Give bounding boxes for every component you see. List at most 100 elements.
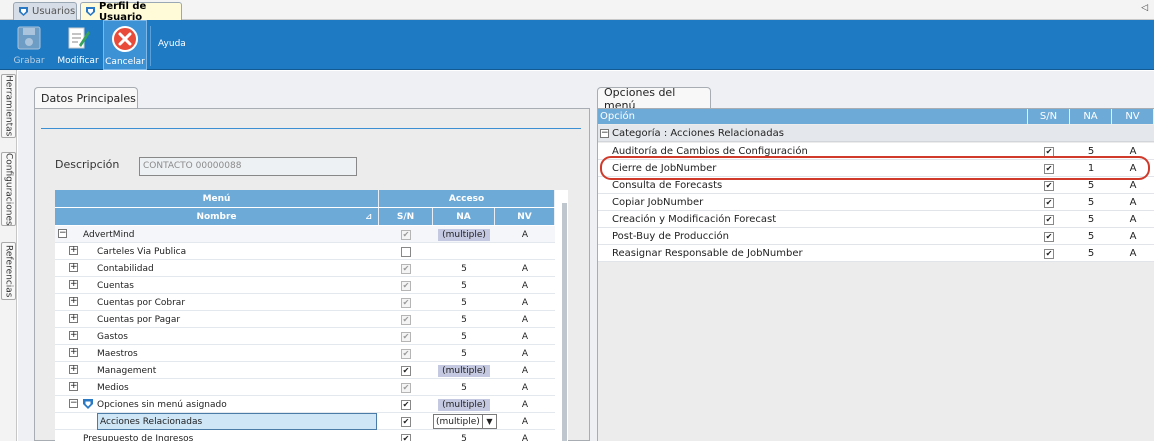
na-multiple[interactable]: (multiple) xyxy=(438,364,490,377)
row-expander-icon[interactable]: + xyxy=(69,280,78,289)
nv-cell[interactable]: A xyxy=(495,345,555,362)
na-cell[interactable]: 5 xyxy=(433,260,495,277)
tab-datos-principales[interactable]: Datos Principales xyxy=(34,87,138,109)
column-sn[interactable]: S/N xyxy=(379,208,433,225)
row-expander-icon[interactable]: + xyxy=(69,263,78,272)
collapse-arrow-icon[interactable]: ◁ xyxy=(1141,3,1148,13)
row-name-selected[interactable]: Acciones Relacionadas xyxy=(97,413,377,430)
menu-row[interactable]: Acciones Relacionadas ✔ (multiple) ▼ A xyxy=(55,413,555,430)
na-cell[interactable]: 5 xyxy=(433,430,495,441)
vertical-scrollbar[interactable] xyxy=(562,203,567,441)
nv-cell[interactable]: A xyxy=(495,362,555,379)
na-cell[interactable]: 5 xyxy=(433,311,495,328)
row-name: Management xyxy=(97,365,157,376)
na-cell[interactable]: 5 xyxy=(433,379,495,396)
column-nv-right[interactable]: NV xyxy=(1112,109,1154,124)
nv-cell[interactable]: A xyxy=(495,328,555,345)
row-expander-icon[interactable]: − xyxy=(58,229,67,238)
checkbox-checked[interactable]: ✔ xyxy=(401,416,411,427)
side-tab-configuraciones[interactable]: Configuraciones xyxy=(1,152,16,226)
menu-row[interactable]: − AdvertMind ✔ (multiple) A xyxy=(55,226,555,243)
na-cell[interactable]: 5 xyxy=(1070,228,1112,245)
menu-row[interactable]: − Opciones sin menú asignado ✔ (multiple) A xyxy=(55,396,555,413)
menu-row[interactable]: + Cuentas ✔ 5 A xyxy=(55,277,555,294)
nv-cell[interactable]: A xyxy=(495,430,555,441)
nv-cell[interactable]: A xyxy=(495,226,555,243)
na-multiple[interactable]: (multiple) xyxy=(438,398,490,411)
column-sn-right[interactable]: S/N xyxy=(1028,109,1070,124)
checkbox-checked[interactable]: ✔ xyxy=(1044,231,1054,242)
na-cell[interactable]: 5 xyxy=(1070,211,1112,228)
nv-cell[interactable]: A xyxy=(495,379,555,396)
na-cell[interactable]: 5 xyxy=(433,328,495,345)
menu-row[interactable]: + Gastos ✔ 5 A xyxy=(55,328,555,345)
column-na-right[interactable]: NA xyxy=(1070,109,1112,124)
option-row[interactable]: Creación y Modificación Forecast ✔ 5 A xyxy=(598,211,1154,228)
menu-row[interactable]: + Contabilidad ✔ 5 A xyxy=(55,260,555,277)
na-cell[interactable]: 5 xyxy=(1070,245,1112,262)
nv-cell[interactable]: A xyxy=(495,260,555,277)
menu-row[interactable]: + Cuentas por Pagar ✔ 5 A xyxy=(55,311,555,328)
nv-cell[interactable]: A xyxy=(1112,245,1154,262)
option-row[interactable]: Reasignar Responsable de JobNumber ✔ 5 A xyxy=(598,245,1154,262)
na-cell[interactable]: 5 xyxy=(433,294,495,311)
option-row[interactable]: Post-Buy de Producción ✔ 5 A xyxy=(598,228,1154,245)
menu-row[interactable]: + Cuentas por Cobrar ✔ 5 A xyxy=(55,294,555,311)
tab-perfil-usuario[interactable]: Perfil de Usuario xyxy=(80,1,182,23)
nv-cell[interactable]: A xyxy=(495,413,555,430)
na-cell[interactable]: 5 xyxy=(1070,194,1112,211)
nv-cell[interactable]: A xyxy=(1112,228,1154,245)
na-cell[interactable] xyxy=(433,243,495,260)
na-dropdown[interactable]: (multiple) ▼ xyxy=(433,414,497,429)
cancelar-button[interactable]: Cancelar xyxy=(103,20,147,70)
menu-row[interactable]: + Maestros ✔ 5 A xyxy=(55,345,555,362)
tab-usuarios[interactable]: Usuarios xyxy=(13,2,77,20)
menu-row[interactable]: Presupuesto de Ingresos ✔ 5 A xyxy=(55,430,555,441)
checkbox-checked[interactable]: ✔ xyxy=(1044,146,1054,157)
na-cell[interactable]: 5 xyxy=(433,277,495,294)
tab-opciones-menu[interactable]: Opciones del menú xyxy=(597,86,711,112)
menu-row[interactable]: + Carteles Via Publica xyxy=(55,243,555,260)
modificar-button[interactable]: Modificar xyxy=(54,20,102,70)
checkbox-checked[interactable]: ✔ xyxy=(401,399,411,410)
row-expander-icon[interactable]: − xyxy=(69,399,78,408)
checkbox-checked[interactable]: ✔ xyxy=(1044,214,1054,225)
nv-cell[interactable]: A xyxy=(495,311,555,328)
row-expander-icon[interactable]: + xyxy=(69,314,78,323)
row-expander-icon[interactable]: + xyxy=(69,348,78,357)
ayuda-button[interactable]: Ayuda xyxy=(158,39,186,49)
nv-cell[interactable]: A xyxy=(495,277,555,294)
checkbox-checked[interactable]: ✔ xyxy=(1044,248,1054,259)
checkbox-checked[interactable]: ✔ xyxy=(1044,197,1054,208)
nv-cell[interactable] xyxy=(495,243,555,260)
descripcion-field[interactable]: CONTACTO 00000088 xyxy=(139,157,357,176)
menu-row[interactable]: + Management ✔ (multiple) A xyxy=(55,362,555,379)
row-expander-icon[interactable]: + xyxy=(69,297,78,306)
column-na[interactable]: NA xyxy=(433,208,495,225)
row-expander-icon[interactable]: + xyxy=(69,246,78,255)
row-expander-icon[interactable]: + xyxy=(69,331,78,340)
grabar-button[interactable]: Grabar xyxy=(10,20,48,70)
nv-cell[interactable]: A xyxy=(1112,211,1154,228)
dropdown-arrow-icon[interactable]: ▼ xyxy=(482,415,496,428)
checkbox-checked[interactable]: ✔ xyxy=(401,433,411,441)
na-cell[interactable]: 5 xyxy=(433,345,495,362)
row-expander-icon[interactable]: + xyxy=(69,365,78,374)
checkbox[interactable] xyxy=(401,246,411,257)
column-nombre[interactable]: Nombre ⊿ xyxy=(55,208,379,225)
column-opcion[interactable]: Opción xyxy=(598,109,1028,124)
group-row-acciones[interactable]: − Categoría : Acciones Relacionadas xyxy=(598,125,1154,142)
nv-cell[interactable]: A xyxy=(495,396,555,413)
na-multiple[interactable]: (multiple) xyxy=(438,228,490,241)
nv-cell[interactable]: A xyxy=(495,294,555,311)
menu-row[interactable]: + Medios ✔ 5 A xyxy=(55,379,555,396)
column-nv[interactable]: NV xyxy=(495,208,555,225)
side-tab-herramientas[interactable]: Herramientas xyxy=(1,74,16,138)
nv-cell[interactable]: A xyxy=(1112,194,1154,211)
collapse-group-icon[interactable]: − xyxy=(600,129,609,138)
option-row[interactable]: Copiar JobNumber ✔ 5 A xyxy=(598,194,1154,211)
checkbox-checked[interactable]: ✔ xyxy=(1044,180,1054,191)
checkbox-checked[interactable]: ✔ xyxy=(401,365,411,376)
side-tab-referencias[interactable]: Referencias xyxy=(1,242,16,300)
row-expander-icon[interactable]: + xyxy=(69,382,78,391)
